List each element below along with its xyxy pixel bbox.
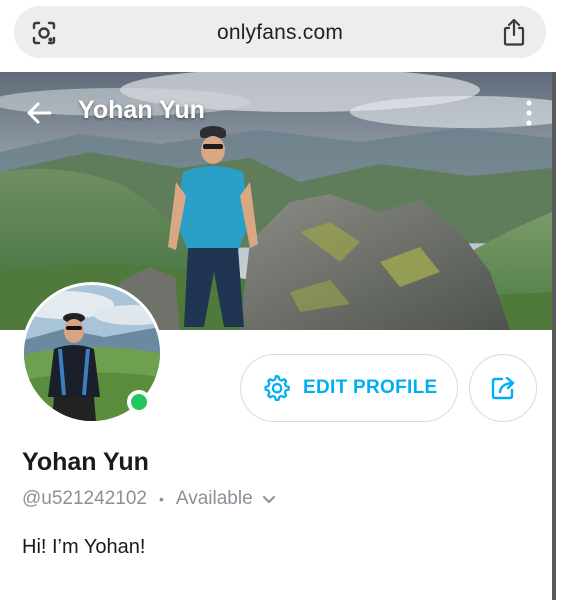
more-vertical-icon[interactable] (524, 98, 534, 128)
share-arrow-icon (491, 376, 515, 400)
display-name: Yohan Yun (22, 448, 149, 476)
username: @u521242102 (22, 488, 147, 509)
scroll-edge (552, 72, 556, 600)
online-status-indicator (127, 390, 151, 414)
url-text[interactable]: onlyfans.com (14, 21, 546, 45)
chevron-down-icon[interactable] (261, 491, 277, 507)
address-bar[interactable]: onlyfans.com (14, 6, 546, 58)
header-title: Yohan Yun (78, 96, 205, 124)
profile-meta: @u521242102 • Available (22, 488, 277, 510)
separator: • (158, 491, 164, 507)
share-profile-button[interactable] (469, 354, 537, 422)
back-arrow-icon[interactable] (24, 98, 54, 128)
edit-profile-label: EDIT PROFILE (303, 377, 438, 398)
share-icon[interactable] (500, 17, 528, 47)
status-selector[interactable]: Available (176, 488, 253, 510)
browser-bar: onlyfans.com (0, 0, 561, 72)
bio-text: Hi! I’m Yohan! (22, 536, 146, 558)
edit-profile-button[interactable]: EDIT PROFILE (240, 354, 458, 422)
gear-icon (264, 374, 290, 401)
